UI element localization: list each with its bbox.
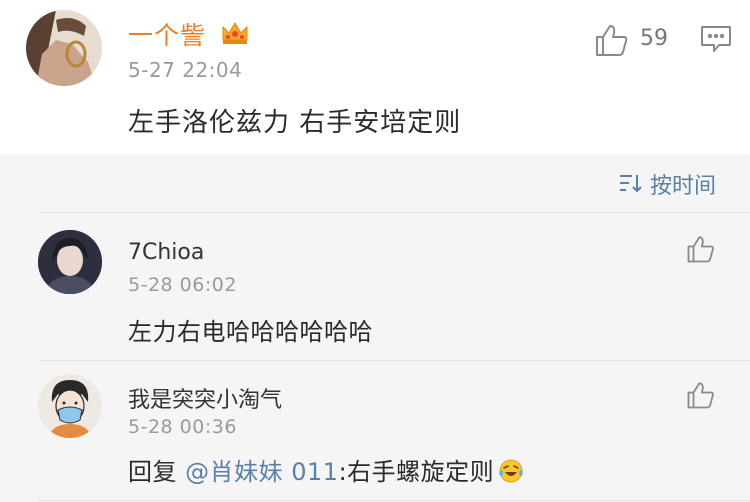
divider [38,500,750,501]
username[interactable]: 一个訾 [128,16,206,52]
sort-icon[interactable] [618,172,642,194]
sort-bar: 按时间 [0,154,750,212]
comment-text: 左手洛伦兹力 右手安培定则 [128,108,462,138]
username[interactable]: 7Chioa [128,240,204,265]
avatar[interactable] [38,374,102,438]
comment-timestamp: 5-27 22:04 [128,58,243,82]
crown-icon [220,18,250,48]
mention-link[interactable]: @肖妹妹 011 [185,458,338,486]
reply-prefix: 回复 [128,458,177,486]
divider [38,360,750,361]
reply-text: 左力右电哈哈哈哈哈哈 [128,318,373,346]
reply-timestamp: 5-28 00:36 [128,416,237,438]
comment-icon[interactable] [700,24,732,54]
thumbs-up-icon[interactable] [686,234,716,264]
divider [38,212,750,213]
like-count: 59 [640,26,668,51]
reply-body: :右手螺旋定则 [338,458,495,486]
reply-text: 回复 @肖妹妹 011:右手螺旋定则 [128,452,524,487]
username[interactable]: 我是突突小淘气 [128,382,282,414]
replies-panel: 按时间 7Chioa 5-28 06:02 左力右电哈哈哈哈哈哈 我是突突小淘气 [0,154,750,502]
thumbs-up-icon[interactable] [594,22,630,58]
avatar[interactable] [26,10,102,86]
thumbs-up-icon[interactable] [686,380,716,410]
laughing-crying-emoji-icon [498,458,524,484]
reply-timestamp: 5-28 06:02 [128,274,237,296]
avatar[interactable] [38,230,102,294]
sort-by-time-button[interactable]: 按时间 [650,168,716,200]
